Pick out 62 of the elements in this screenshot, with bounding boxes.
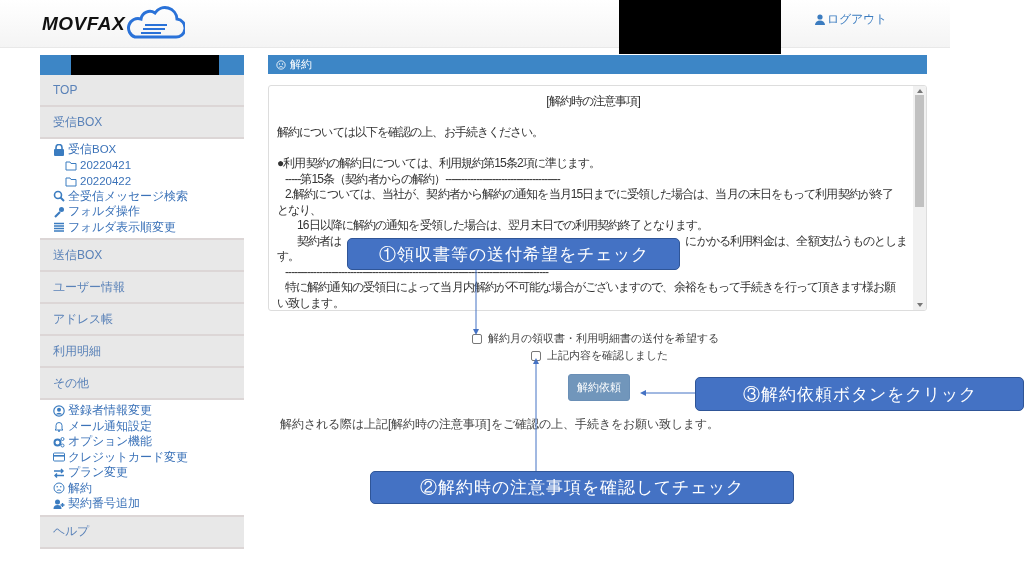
sidebar-link[interactable]: 受信BOX <box>53 142 231 158</box>
folder-icon <box>65 159 77 172</box>
lock-icon <box>53 143 65 156</box>
frown-icon <box>53 482 65 495</box>
checkbox[interactable] <box>472 333 482 344</box>
notice-text: となり、 <box>277 202 322 217</box>
sidebar-section[interactable]: ユーザー情報 <box>40 272 244 304</box>
notice-text: い致します。 <box>277 295 344 310</box>
sidebar-link[interactable]: クレジットカード変更 <box>53 449 231 465</box>
sidebar-link[interactable]: 契約番号追加 <box>53 496 231 512</box>
cancel-request-button[interactable]: 解約依頼 <box>568 374 630 401</box>
sidebar-section[interactable]: アドレス帳 <box>40 304 244 336</box>
gears-icon <box>53 435 65 448</box>
annotation-callout: ①領収書等の送付希望をチェック <box>347 238 680 270</box>
panel-title-text: 解約 <box>290 57 312 72</box>
sidebar-link[interactable]: メール通知設定 <box>53 418 231 434</box>
notice-text: 2.解約については、当社が、契約者から解約の通知を当月15日までに受領した場合は、当月の末日をもって利用契約が終了 <box>285 187 894 201</box>
checkbox[interactable] <box>531 350 541 361</box>
folder-icon <box>65 174 77 187</box>
sidebar-link[interactable]: プラン変更 <box>53 465 231 481</box>
exchange-icon <box>53 466 65 479</box>
sidebar-section[interactable]: TOP <box>40 75 244 107</box>
sidebar-link[interactable]: 20220422 <box>53 173 231 189</box>
user-circle-icon <box>53 404 65 417</box>
annotation-callout: ②解約時の注意事項を確認してチェック <box>370 471 794 504</box>
sidebar-link[interactable]: 20220421 <box>53 157 231 173</box>
checkbox-label: 上記内容を確認しました <box>547 348 668 363</box>
logout-link[interactable]: ログアウト <box>815 12 888 27</box>
notice-text: す。 <box>277 249 300 263</box>
user-icon <box>815 14 826 25</box>
sidebar-section[interactable]: ヘルプ <box>40 516 244 549</box>
sidebar-link[interactable]: フォルダ表示順変更 <box>53 219 231 235</box>
list-icon <box>53 221 65 234</box>
notice-text: 契約者は <box>297 233 342 249</box>
sidebar-section[interactable]: 送信BOX <box>40 240 244 272</box>
search-icon <box>53 190 65 203</box>
notice-text: 16日以降に解約の通知を受領した場合は、翌月末日での利用契約終了となります。 <box>297 218 709 232</box>
sidebar-link[interactable]: 登録者情報変更 <box>53 403 231 419</box>
notice-text: ●利用契約の解約日については、利用規約第15条2項に準じます。 <box>277 156 601 170</box>
notice-text: -----第15条（契約者からの解約）------------------------------------- <box>285 171 560 186</box>
sidebar-link[interactable]: 全受信メッセージ検索 <box>53 188 231 204</box>
wrench-icon <box>53 205 65 218</box>
bell-icon <box>53 420 65 433</box>
logo-text: MOVFAX <box>42 12 126 35</box>
scrollbar[interactable] <box>913 86 926 310</box>
annotation-callout: ③解約依頼ボタンをクリック <box>695 377 1024 411</box>
user-plus-icon <box>53 497 65 510</box>
checkbox-label: 解約月の領収書・利用明細書の送付を希望する <box>488 331 719 346</box>
sidebar-section[interactable]: 受信BOX <box>40 107 244 139</box>
notice-text: 解約については以下を確認の上、お手続きください。 <box>277 125 544 139</box>
credit-card-icon <box>53 451 65 464</box>
sidebar-link[interactable]: オプション機能 <box>53 434 231 450</box>
sidebar-section[interactable]: その他 <box>40 368 244 400</box>
footnote-text: 解約される際は上記[解約時の注意事項]をご確認の上、手続きをお願い致します。 <box>279 416 720 433</box>
notice-text: [解約時の注意事項] <box>546 94 640 108</box>
notice-text: にかかる利用料金は、全額支払うものとしま <box>685 233 908 249</box>
annotation-arrow <box>639 389 695 397</box>
sidebar-link[interactable]: フォルダ操作 <box>53 204 231 220</box>
notice-text: 特に解約通知の受領日によって当月内解約が不可能な場合がございますので、余裕をもって手続きを行って頂きます様お願 <box>285 280 896 294</box>
sidebar-link[interactable]: 解約 <box>53 480 231 496</box>
sidebar-section[interactable]: 利用明細 <box>40 336 244 368</box>
frown-icon <box>276 59 286 70</box>
